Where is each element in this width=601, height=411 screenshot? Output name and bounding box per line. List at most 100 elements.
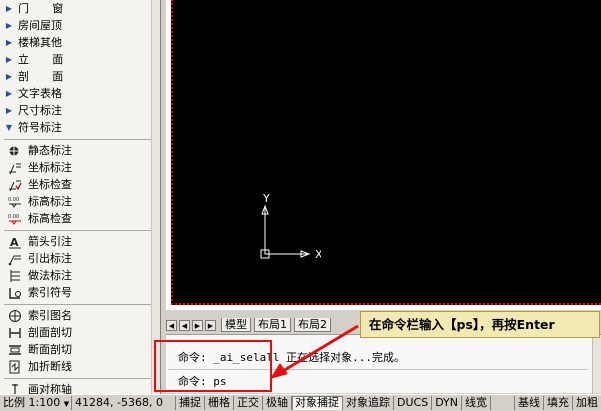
next-tab-button[interactable]: ▶ xyxy=(192,319,203,331)
menu-item-label: 楼梯其他 xyxy=(18,36,62,49)
menu-item-symbol-labels[interactable]: ▼ 符号标注 xyxy=(0,119,160,136)
drawing-area: Y X xyxy=(166,0,601,310)
menu-item-rooms-roofs[interactable]: ▶ 房间屋顶 xyxy=(0,17,160,34)
prev-tab-button[interactable]: ◀ xyxy=(179,319,190,331)
break-section-icon xyxy=(8,343,22,357)
sidebar-panel: ▶ 门 窗 ▶ 房间屋顶 ▶ 楼梯其他 ▶ 立 面 ▶ 剖 面 ▶ 文字表格 ▶… xyxy=(0,0,161,394)
elevation-label-icon: 0.00 xyxy=(8,195,22,209)
static-label-icon xyxy=(8,144,22,158)
tool-arrow-note[interactable]: A 箭头引注 xyxy=(0,233,160,250)
tool-index-symbol[interactable]: 索引符号 xyxy=(0,284,160,301)
first-tab-button[interactable]: ◀ xyxy=(166,319,177,331)
group-divider xyxy=(4,139,156,140)
menu-item-label: 符号标注 xyxy=(18,121,62,134)
tool-leader-label[interactable]: 引出标注 xyxy=(0,250,160,267)
annotation-arrow-icon xyxy=(270,324,359,379)
osnap-toggle[interactable]: 对象捕捉 xyxy=(292,396,343,410)
tool-section-cut[interactable]: 剖面剖切 xyxy=(0,324,160,341)
group-divider xyxy=(4,378,156,379)
ucs-x-label: X xyxy=(315,248,321,261)
tool-method-label[interactable]: 做法标注 xyxy=(0,267,160,284)
menu-item-section[interactable]: ▶ 剖 面 xyxy=(0,68,160,85)
menu-item-label: 门 窗 xyxy=(18,2,74,15)
tool-label: 加折断线 xyxy=(28,360,72,373)
tool-index-title[interactable]: 索引图名 xyxy=(0,307,160,324)
group-divider xyxy=(4,304,156,305)
expand-triangle-icon: ▶ xyxy=(5,4,13,13)
coordinate-label-icon xyxy=(8,161,22,175)
fill-toggle[interactable]: 填充 xyxy=(544,396,573,410)
expand-triangle-icon: ▶ xyxy=(5,55,13,64)
break-line-icon xyxy=(8,360,22,374)
menu-item-label: 尺寸标注 xyxy=(18,104,62,117)
leader-label-icon xyxy=(8,252,22,266)
svg-text:0.00: 0.00 xyxy=(8,214,19,220)
scale-selector[interactable]: 比例 1:100 ▼ xyxy=(0,396,72,410)
dropdown-arrow-icon: ▼ xyxy=(63,400,70,408)
coordinate-readout: 41284, -5368, 0 xyxy=(72,396,176,410)
tool-label: 坐标检查 xyxy=(28,178,72,191)
menu-item-dimensions[interactable]: ▶ 尺寸标注 xyxy=(0,102,160,119)
lineweight-toggle[interactable]: 线宽 xyxy=(462,396,492,410)
command-scrollbar[interactable] xyxy=(592,335,601,393)
tool-label: 标高检查 xyxy=(28,212,72,225)
tool-label: 索引图名 xyxy=(28,309,72,322)
highlight-frame xyxy=(154,340,272,392)
sidebar-scrollbar[interactable] xyxy=(151,0,160,394)
menu-item-doors-windows[interactable]: ▶ 门 窗 xyxy=(0,0,160,17)
sidebar-menu: ▶ 门 窗 ▶ 房间屋顶 ▶ 楼梯其他 ▶ 立 面 ▶ 剖 面 ▶ 文字表格 ▶… xyxy=(0,0,160,136)
index-symbol-icon xyxy=(8,286,22,300)
tool-label: 断面剖切 xyxy=(28,343,72,356)
tool-break-line[interactable]: 加折断线 xyxy=(0,358,160,375)
ucs-y-label: Y xyxy=(262,192,270,205)
tool-label: 画对称轴 xyxy=(28,383,72,394)
expand-triangle-icon: ▶ xyxy=(5,106,13,115)
tool-label: 剖面剖切 xyxy=(28,326,72,339)
expand-triangle-icon: ▶ xyxy=(5,38,13,47)
tool-label: 坐标标注 xyxy=(28,161,72,174)
tool-label: 引出标注 xyxy=(28,252,72,265)
svg-text:0.00: 0.00 xyxy=(8,197,19,203)
ortho-toggle[interactable]: 正交 xyxy=(234,396,263,410)
tool-label: 标高标注 xyxy=(28,195,72,208)
snap-toggle[interactable]: 捕捉 xyxy=(176,396,205,410)
tool-symmetry-axis[interactable]: 画对称轴 xyxy=(0,381,160,394)
menu-item-elevation[interactable]: ▶ 立 面 xyxy=(0,51,160,68)
status-bar: 比例 1:100 ▼ 41284, -5368, 0 捕捉 栅格 正交 极轴 对… xyxy=(0,394,601,411)
bold-toggle[interactable]: 加粗 xyxy=(573,396,601,410)
expand-triangle-icon: ▶ xyxy=(5,89,13,98)
menu-item-label: 剖 面 xyxy=(18,70,74,83)
index-title-icon xyxy=(8,309,22,323)
grid-toggle[interactable]: 栅格 xyxy=(205,396,234,410)
menu-item-text-tables[interactable]: ▶ 文字表格 xyxy=(0,85,160,102)
tool-label: 索引符号 xyxy=(28,286,72,299)
tool-label: 箭头引注 xyxy=(28,235,72,248)
polar-toggle[interactable]: 极轴 xyxy=(263,396,292,410)
tool-label: 静态标注 xyxy=(28,144,72,157)
model-space-canvas[interactable]: Y X xyxy=(171,0,601,305)
elevation-check-icon: 0.00 xyxy=(8,212,22,226)
expand-triangle-icon: ▶ xyxy=(5,21,13,30)
scale-value: 比例 1:100 xyxy=(3,396,61,409)
svg-text:A: A xyxy=(10,236,19,249)
symmetry-axis-icon xyxy=(8,383,22,394)
tool-elevation-check[interactable]: 0.00 标高检查 xyxy=(0,210,160,227)
menu-item-label: 文字表格 xyxy=(18,87,62,100)
tool-coordinate-check[interactable]: 坐标检查 xyxy=(0,176,160,193)
dyn-toggle[interactable]: DYN xyxy=(432,396,463,410)
ducs-toggle[interactable]: DUCS xyxy=(394,396,433,410)
expand-triangle-icon: ▶ xyxy=(5,72,13,81)
menu-item-stairs-other[interactable]: ▶ 楼梯其他 xyxy=(0,34,160,51)
otrack-toggle[interactable]: 对象追踪 xyxy=(343,396,394,410)
tool-coordinate-label[interactable]: 坐标标注 xyxy=(0,159,160,176)
baseline-toggle[interactable]: 基线 xyxy=(514,396,544,410)
tool-break-section[interactable]: 断面剖切 xyxy=(0,341,160,358)
arrow-note-icon: A xyxy=(8,235,22,249)
tab-model[interactable]: 模型 xyxy=(221,318,251,332)
instruction-callout: 在命令栏输入【ps】，再按Enter xyxy=(360,311,600,338)
menu-item-label: 房间屋顶 xyxy=(18,19,62,32)
last-tab-button[interactable]: ▶ xyxy=(205,319,216,331)
ucs-icon: Y X xyxy=(251,188,323,271)
tool-elevation-label[interactable]: 0.00 标高标注 xyxy=(0,193,160,210)
tool-static-label[interactable]: 静态标注 xyxy=(0,142,160,159)
